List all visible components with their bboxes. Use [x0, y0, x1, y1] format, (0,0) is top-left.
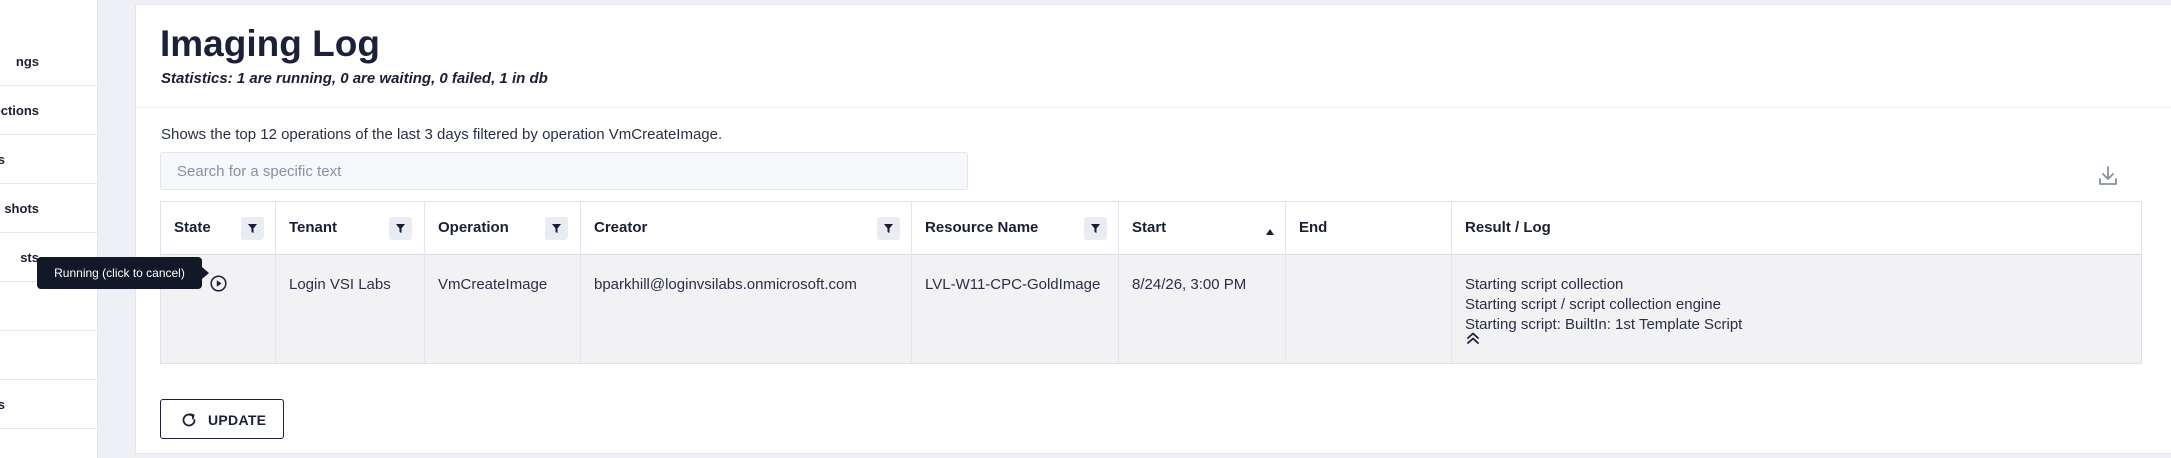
operations-table: State Tenant Operation Creator Resource … — [160, 201, 2142, 364]
column-label: Creator — [594, 219, 648, 236]
cell-resource-name: LVL-W11-CPC-GoldImage — [912, 255, 1119, 363]
sidebar-item-label: ngs — [15, 54, 39, 69]
filter-icon[interactable] — [241, 217, 264, 240]
page-title: Imaging Log — [160, 23, 380, 64]
sidebar-item[interactable]: shots — [0, 184, 98, 233]
filter-icon[interactable] — [877, 217, 900, 240]
filter-icon[interactable] — [1084, 217, 1107, 240]
column-header-state: State — [161, 202, 276, 255]
resource-name-value: LVL-W11-CPC-GoldImage — [925, 276, 1101, 293]
cell-result-log: Starting script collection Starting scri… — [1452, 255, 2141, 363]
column-label: End — [1299, 219, 1328, 236]
column-header-tenant: Tenant — [276, 202, 425, 255]
running-tooltip: Running (click to cancel) — [37, 257, 209, 289]
sidebar-item[interactable]: s — [0, 380, 98, 429]
search-input[interactable] — [160, 152, 968, 190]
cell-operation: VmCreateImage — [425, 255, 581, 363]
filter-icon[interactable] — [545, 217, 568, 240]
column-label: Resource Name — [925, 219, 1039, 236]
filter-description: Shows the top 12 operations of the last … — [161, 126, 723, 143]
column-header-result-log: Result / Log — [1452, 202, 2141, 255]
sidebar-item[interactable] — [0, 282, 98, 331]
cell-tenant: Login VSI Labs — [276, 255, 425, 363]
download-icon[interactable] — [2098, 165, 2118, 187]
sidebar-item-label: shots — [4, 201, 39, 216]
column-header-operation: Operation — [425, 202, 581, 255]
sidebar: ngs ections s shots sts s — [0, 0, 98, 458]
column-label: Operation — [438, 219, 509, 236]
sort-ascending-icon[interactable] — [1265, 223, 1275, 235]
refresh-icon — [181, 412, 197, 431]
log-line: Starting script: BuiltIn: 1st Template S… — [1465, 316, 1743, 333]
imaging-log-card: Imaging Log Statistics: 1 are running, 0… — [135, 4, 2171, 454]
table-row[interactable]: Login VSI Labs VmCreateImage bparkhill@l… — [161, 255, 2141, 363]
sidebar-item[interactable] — [0, 331, 98, 380]
update-button[interactable]: UPDATE — [160, 399, 284, 439]
column-header-start[interactable]: Start — [1119, 202, 1286, 255]
operation-value: VmCreateImage — [438, 276, 548, 293]
log-line: Starting script collection — [1465, 276, 1624, 293]
filter-icon[interactable] — [389, 217, 412, 240]
divider — [136, 107, 2171, 108]
column-header-resource-name: Resource Name — [912, 202, 1119, 255]
cell-creator: bparkhill@loginvsilabs.onmicrosoft.com — [581, 255, 912, 363]
statistics-text: Statistics: 1 are running, 0 are waiting… — [161, 70, 548, 87]
sidebar-item-label: ections — [0, 103, 39, 118]
start-value: 8/24/26, 3:00 PM — [1132, 276, 1247, 293]
column-label: State — [174, 219, 211, 236]
sidebar-item[interactable]: ngs — [0, 37, 98, 86]
column-header-creator: Creator — [581, 202, 912, 255]
cell-start: 8/24/26, 3:00 PM — [1119, 255, 1286, 363]
column-label: Tenant — [289, 219, 338, 236]
column-label: Start — [1132, 219, 1167, 236]
cell-end — [1286, 255, 1452, 363]
content-gutter — [98, 0, 134, 458]
tenant-value: Login VSI Labs — [289, 276, 391, 293]
table-header: State Tenant Operation Creator Resource … — [161, 202, 2141, 255]
chevron-double-up-icon[interactable] — [1465, 330, 1481, 346]
running-state-icon[interactable] — [210, 275, 227, 292]
creator-value: bparkhill@loginvsilabs.onmicrosoft.com — [594, 276, 857, 293]
log-line: Starting script / script collection engi… — [1465, 296, 1721, 313]
sidebar-item[interactable]: s — [0, 135, 98, 184]
sidebar-item-label: s — [0, 380, 5, 428]
column-label: Result / Log — [1465, 219, 1551, 236]
sidebar-item-label: s — [0, 135, 5, 183]
update-button-label: UPDATE — [208, 412, 267, 428]
column-header-end: End — [1286, 202, 1452, 255]
sidebar-item[interactable]: ections — [0, 86, 98, 135]
